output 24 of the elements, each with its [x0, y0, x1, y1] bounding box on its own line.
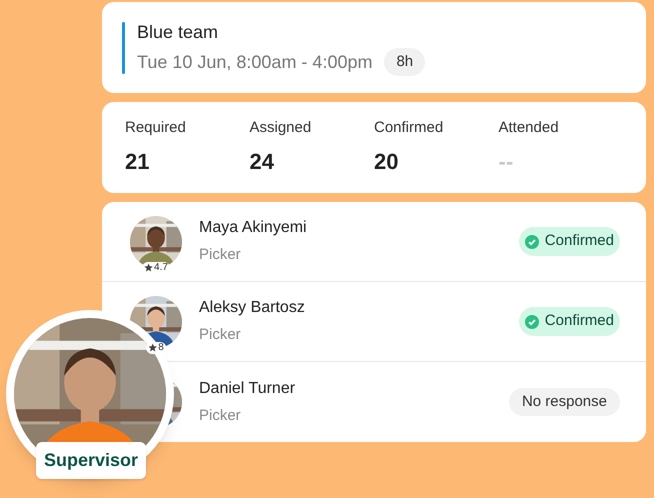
rating-value: 4.7 — [154, 262, 168, 274]
worker-role: Picker — [199, 245, 242, 266]
team-name: Blue team — [137, 20, 220, 44]
check-circle-icon — [524, 314, 539, 328]
worker-name: Daniel Turner — [199, 378, 296, 399]
stat-label: Attended — [498, 118, 560, 138]
worker-role: Picker — [199, 406, 242, 426]
stat-value: 21 — [125, 148, 150, 176]
stat-label: Required — [125, 118, 187, 138]
stat-label: Assigned — [250, 118, 312, 138]
worker-name: Maya Akinyemi — [199, 218, 308, 238]
stat-label: Confirmed — [374, 118, 444, 138]
worker-role: Picker — [199, 325, 242, 346]
status-badge: Confirmed — [518, 227, 620, 256]
stat-value: 20 — [374, 148, 400, 176]
check-circle-icon — [524, 234, 539, 248]
stat-value: 24 — [250, 148, 275, 176]
status-badge: No response — [508, 388, 620, 416]
status-badge: Confirmed — [518, 307, 620, 336]
shift-time: Tue 10 Jun, 8:00am - 4:00pm — [137, 50, 372, 74]
worker-name: Aleksy Bartosz — [199, 298, 306, 318]
duration-badge: 8h — [384, 48, 426, 76]
star-icon — [144, 263, 154, 272]
stat-value: -- — [498, 148, 514, 176]
